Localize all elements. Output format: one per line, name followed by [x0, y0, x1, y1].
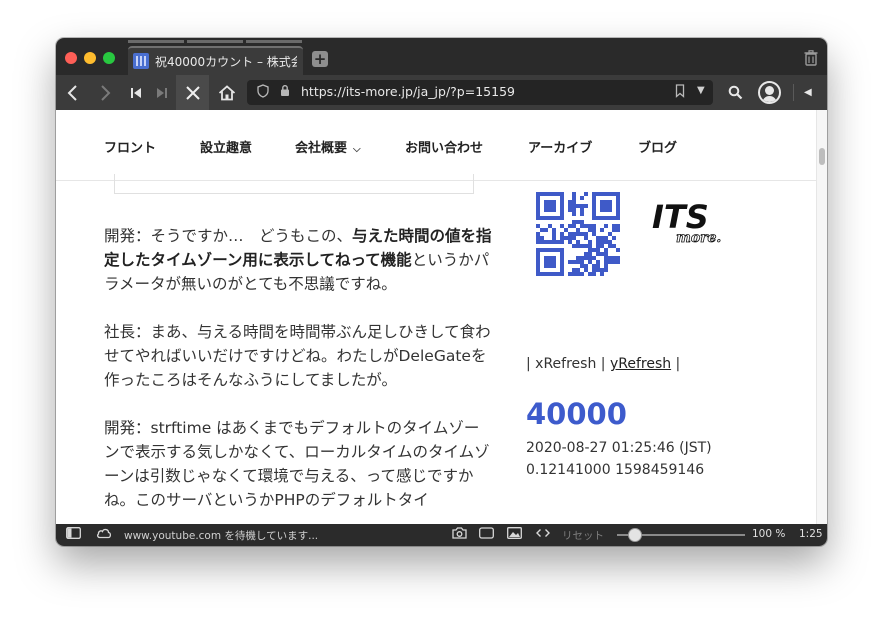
scrollbar-thumb[interactable]	[819, 148, 825, 165]
site-favicon-icon	[133, 53, 149, 69]
profile-avatar-icon[interactable]	[758, 81, 781, 104]
stop-button[interactable]	[176, 75, 209, 110]
tab-stack-indicator	[187, 40, 243, 43]
home-icon[interactable]	[216, 75, 238, 110]
window-minimize-button[interactable]	[84, 52, 96, 64]
browser-window: 祝40000カウント – 株式会社 +	[56, 38, 827, 546]
navigation-toolbar: https://its-more.jp/ja_jp/?p=15159 ▼ ◀	[56, 75, 827, 110]
bookmark-icon[interactable]	[675, 84, 685, 102]
site-navbar: フロント 設立趣意 会社概要 ⌵ お問い合わせ アーカイブ ブログ	[56, 110, 816, 181]
zoom-reset-button[interactable]: リセット	[562, 528, 604, 543]
vertical-scrollbar[interactable]	[816, 110, 827, 524]
tab-stack-indicator	[128, 40, 184, 43]
page-viewport: フロント 設立趣意 会社概要 ⌵ お問い合わせ アーカイブ ブログ 開発：そうです…	[56, 110, 827, 524]
chevron-down-icon[interactable]: ▼	[697, 85, 705, 96]
counter-numbers: 0.12141000 1598459146	[526, 462, 705, 478]
nav-item-archive[interactable]: アーカイブ	[528, 137, 592, 156]
nav-item-company-label: 会社概要	[295, 141, 348, 156]
window-close-button[interactable]	[65, 52, 77, 64]
article-text: 開発：そうですか… どうもこの、	[104, 227, 353, 245]
nav-item-blog[interactable]: ブログ	[638, 137, 677, 156]
window-maximize-button[interactable]	[103, 52, 115, 64]
nav-item-company[interactable]: 会社概要 ⌵	[295, 137, 361, 156]
back-arrow-icon[interactable]	[62, 75, 84, 110]
clock-time: 1:25	[799, 528, 823, 540]
article-paragraph: 開発：strftime はあくまでもデフォルトのタイムゾーンで表示する気しかなく…	[104, 419, 490, 509]
url-text: https://its-more.jp/ja_jp/?p=15159	[301, 84, 515, 99]
refresh-suffix: |	[671, 356, 681, 372]
refresh-prefix: | xRefresh |	[526, 356, 610, 372]
panel-icon[interactable]	[66, 527, 81, 542]
tab-title: 祝40000カウント – 株式会社	[155, 55, 297, 69]
lock-icon	[280, 84, 290, 100]
article-paragraph: 開発：そうですか… どうもこの、与えた時間の値を指定したタイムゾーン用に表示して…	[104, 224, 494, 296]
its-more-logo: ITS more.	[652, 198, 722, 246]
nav-item-front[interactable]: フロント	[104, 137, 156, 156]
refresh-links: | xRefresh | yRefresh |	[526, 356, 680, 372]
zoom-level: 100 %	[752, 528, 786, 540]
chevron-down-icon: ⌵	[353, 144, 361, 155]
tab-active[interactable]: 祝40000カウント – 株式会社	[128, 46, 303, 75]
address-bar[interactable]: https://its-more.jp/ja_jp/?p=15159 ▼	[247, 80, 713, 105]
previous-content-box	[114, 174, 474, 194]
visit-counter: 40000	[526, 397, 627, 431]
counter-date: 2020-08-27 01:25:46 (JST)	[526, 440, 712, 456]
camera-icon[interactable]	[452, 527, 467, 542]
tab-bar: 祝40000カウント – 株式会社 +	[56, 38, 827, 75]
new-tab-button[interactable]: +	[312, 51, 328, 67]
code-icon[interactable]	[536, 527, 550, 542]
status-loading-text: www.youtube.com を待機しています...	[124, 530, 319, 542]
rewind-icon[interactable]	[128, 75, 144, 110]
nav-item-contact[interactable]: お問い合わせ	[405, 137, 483, 156]
tab-stack-indicator	[246, 40, 302, 43]
stop-x-icon	[186, 86, 200, 100]
forward-arrow-icon[interactable]	[94, 75, 116, 110]
window-icon[interactable]	[479, 527, 494, 542]
nav-item-founding[interactable]: 設立趣意	[200, 137, 252, 156]
toolbar-divider	[793, 84, 794, 101]
status-bar: www.youtube.com を待機しています... リセット 100 % 1…	[56, 524, 827, 546]
cloud-sync-icon[interactable]	[96, 527, 112, 542]
image-icon[interactable]	[507, 527, 522, 542]
shield-icon[interactable]	[257, 84, 269, 102]
zoom-slider-knob[interactable]	[628, 528, 643, 542]
article-body: 開発：そうですか… どうもこの、与えた時間の値を指定したタイムゾーン用に表示して…	[104, 224, 494, 524]
logo-subtext: more.	[676, 230, 721, 246]
article-paragraph: 社長：まあ、与える時間を時間帯ぶん足しひきして食わせてやればいいだけですけどね。…	[104, 323, 491, 389]
search-icon[interactable]	[728, 75, 743, 110]
panel-toggle-icon[interactable]: ◀	[804, 75, 812, 110]
trash-icon[interactable]	[804, 50, 818, 66]
qr-code	[536, 192, 620, 276]
yrefresh-link[interactable]: yRefresh	[610, 356, 671, 372]
fastforward-icon[interactable]	[154, 75, 170, 110]
